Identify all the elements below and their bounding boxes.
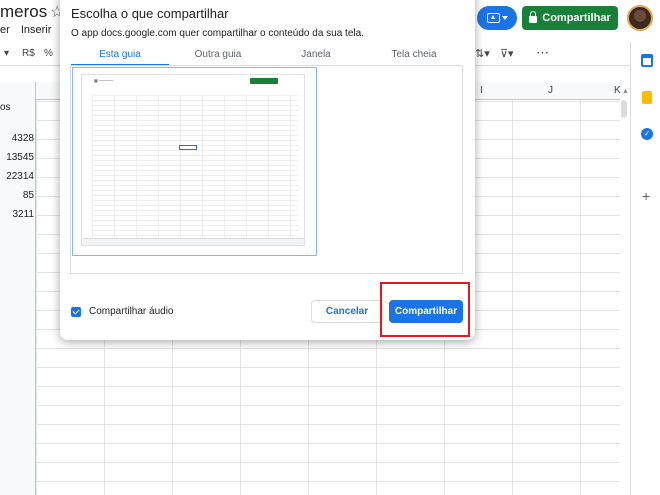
toolbar-separator: ▾: [4, 48, 10, 59]
thumbnail-share-button: [250, 78, 278, 84]
filter-icon[interactable]: ⊽▾: [500, 47, 514, 60]
chevron-down-icon: [501, 16, 508, 20]
menu-item-insert[interactable]: Inserir: [21, 24, 52, 36]
present-icon: [486, 13, 500, 23]
preview-area: ▦ ─────: [70, 65, 463, 274]
cell-value[interactable]: 3211: [0, 209, 34, 220]
cancel-button[interactable]: Cancelar: [311, 300, 383, 323]
cell-value[interactable]: 85: [0, 190, 34, 201]
tab-full-screen[interactable]: Tela cheia: [365, 49, 463, 66]
tab-preview-thumbnail[interactable]: ▦ ─────: [72, 67, 317, 256]
tab-window[interactable]: Janela: [267, 49, 365, 66]
keep-icon[interactable]: [642, 91, 652, 104]
tasks-icon[interactable]: ✓: [641, 128, 653, 140]
tab-other-tab[interactable]: Outra guia: [169, 49, 267, 66]
present-button[interactable]: [477, 6, 517, 30]
thumbnail-selected-cell: [179, 145, 197, 150]
document-title[interactable]: meros: [0, 2, 47, 22]
cell-value[interactable]: 13545: [0, 152, 34, 163]
cell-header[interactable]: os: [0, 102, 34, 113]
column-header-i[interactable]: I: [480, 85, 483, 96]
dialog-title: Escolha o que compartilhar: [71, 6, 229, 21]
thumbnail-sheet-bar: [82, 238, 304, 245]
column-header-j[interactable]: J: [548, 85, 553, 96]
lock-icon: [529, 11, 538, 23]
thumbnail-grid: [92, 95, 298, 239]
scroll-up-icon[interactable]: ▲: [622, 88, 629, 95]
share-audio-checkbox[interactable]: [71, 307, 81, 317]
share-top-button[interactable]: Compartilhar: [522, 6, 618, 30]
share-audio-label: Compartilhar áudio: [89, 306, 174, 317]
share-button-highlight: [380, 282, 470, 337]
tab-this-tab[interactable]: Esta guia: [71, 49, 169, 66]
align-icon[interactable]: ⇅▾: [475, 47, 490, 60]
column-header-k[interactable]: K: [614, 85, 621, 96]
currency-button[interactable]: R$: [22, 48, 35, 59]
scrollbar-thumb[interactable]: [621, 100, 627, 118]
more-icon[interactable]: ⋯: [536, 45, 549, 61]
cell-value[interactable]: 22314: [0, 171, 34, 182]
menu-item-edit[interactable]: er: [0, 24, 10, 36]
plus-icon[interactable]: +: [642, 188, 650, 204]
thumbnail-sheet: ▦ ─────: [81, 74, 305, 246]
tab-bar: Esta guia Outra guia Janela Tela cheia: [71, 46, 463, 66]
avatar[interactable]: [627, 5, 653, 31]
side-panel: [630, 42, 660, 495]
thumbnail-title: ▦ ─────: [94, 78, 114, 83]
percent-button[interactable]: %: [44, 48, 53, 59]
share-top-label: Compartilhar: [542, 12, 611, 24]
dialog-subtitle: O app docs.google.com quer compartilhar …: [71, 28, 364, 39]
cell-value[interactable]: 4328: [0, 133, 34, 144]
calendar-icon[interactable]: [641, 54, 653, 67]
